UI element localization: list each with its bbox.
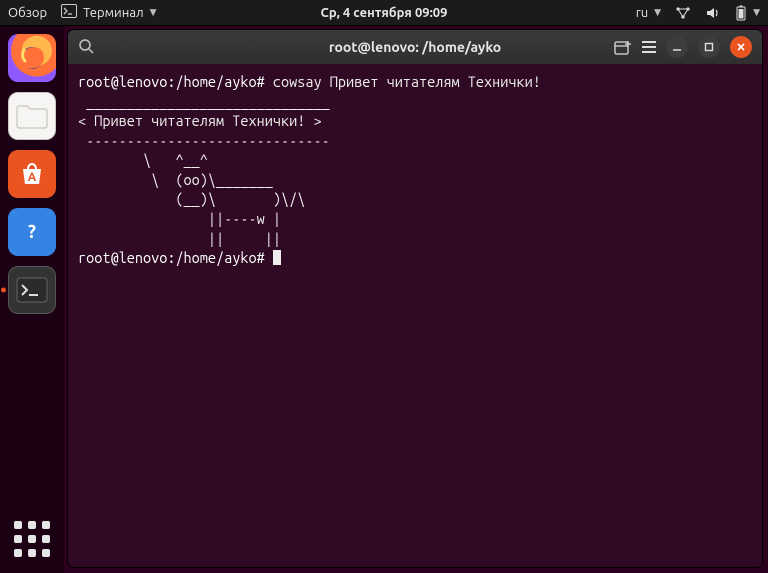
dock-item-terminal[interactable] — [8, 266, 56, 314]
shopping-bag-icon: A — [17, 159, 47, 189]
chevron-down-icon: ▼ — [654, 7, 661, 18]
dock-item-software[interactable]: A — [8, 150, 56, 198]
folder-icon — [15, 102, 49, 130]
cursor — [273, 250, 281, 265]
window-titlebar[interactable]: root@lenovo: /home/ayko — [68, 30, 762, 64]
hamburger-menu-button[interactable] — [642, 41, 656, 53]
svg-text:?: ? — [28, 222, 36, 242]
network-icon[interactable] — [675, 6, 691, 20]
dock-item-firefox[interactable] — [8, 34, 56, 82]
dock: A ? — [0, 26, 64, 573]
volume-icon[interactable] — [705, 6, 721, 20]
terminal-output[interactable]: root@lenovo:/home/ayko# cowsay Привет чи… — [68, 64, 762, 567]
maximize-button[interactable] — [698, 36, 720, 58]
command-text: cowsay Привет читателям Технички! — [273, 73, 541, 90]
dock-item-help[interactable]: ? — [8, 208, 56, 256]
window-title: root@lenovo: /home/ayko — [329, 39, 501, 55]
close-button[interactable] — [730, 36, 752, 58]
desktop-area: A ? root@lenovo: /home/ayko — [0, 26, 768, 573]
battery-icon[interactable]: ▼ — [735, 5, 760, 21]
new-tab-button[interactable] — [614, 39, 632, 55]
terminal-icon — [61, 4, 77, 21]
cowsay-output: ______________________________ < Привет … — [78, 93, 330, 247]
chevron-down-icon: ▼ — [753, 7, 760, 18]
terminal-icon — [16, 277, 48, 303]
svg-text:A: A — [28, 171, 37, 184]
search-icon[interactable] — [78, 38, 94, 57]
gnome-top-bar: Обзор Терминал ▼ Ср, 4 сентября 09:09 ru… — [0, 0, 768, 26]
minimize-button[interactable] — [666, 36, 688, 58]
apps-grid-icon — [14, 521, 50, 557]
keyboard-layout-indicator[interactable]: ru ▼ — [636, 6, 661, 20]
firefox-icon — [14, 40, 50, 76]
clock[interactable]: Ср, 4 сентября 09:09 — [321, 6, 448, 20]
app-menu-label: Терминал — [83, 6, 143, 20]
prompt: root@lenovo:/home/ayko# — [78, 249, 265, 266]
prompt: root@lenovo:/home/ayko# — [78, 73, 265, 90]
dock-item-files[interactable] — [8, 92, 56, 140]
activities-label: Обзор — [8, 6, 47, 20]
chevron-down-icon: ▼ — [150, 7, 157, 18]
help-icon: ? — [17, 217, 47, 247]
show-applications-button[interactable] — [8, 515, 56, 563]
app-menu[interactable]: Терминал ▼ — [61, 4, 156, 21]
activities-button[interactable]: Обзор — [8, 6, 47, 20]
terminal-window: root@lenovo: /home/ayko root@lenovo:/hom… — [68, 30, 762, 567]
